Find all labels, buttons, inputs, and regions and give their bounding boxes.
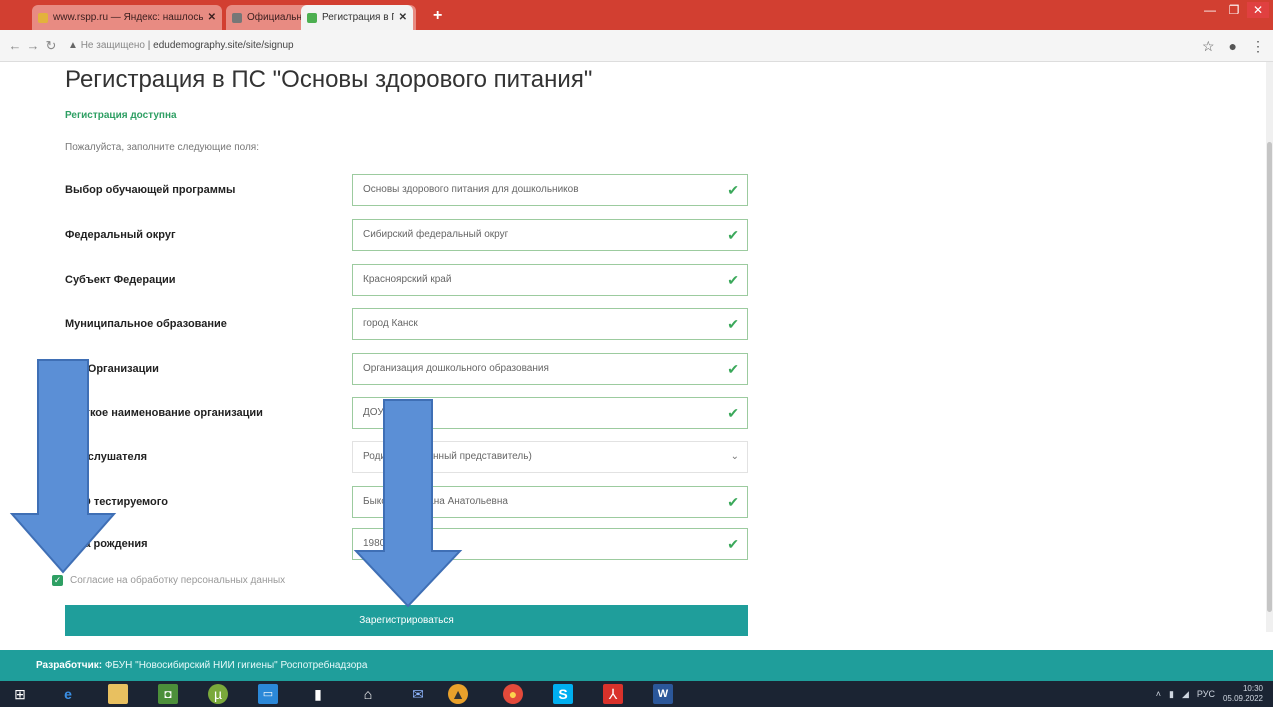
field-value: Организация дошкольного образования [363, 363, 549, 374]
field-value: город Канск [363, 318, 418, 329]
browser-tab-bar: www.rspp.ru — Яндекс: нашлось ✕ Официаль… [0, 0, 1273, 30]
minimize-icon[interactable]: — [1199, 2, 1221, 18]
bookmark-star-icon[interactable]: ☆ [1202, 38, 1215, 55]
ie-icon[interactable]: e [58, 684, 78, 704]
valid-check-icon: ✔ [727, 536, 739, 552]
clock[interactable]: 10:30 05.09.2022 [1223, 684, 1263, 704]
volume-icon[interactable]: ◢ [1182, 689, 1189, 700]
monitor-icon[interactable]: ▭ [258, 684, 278, 704]
utorrent-icon[interactable]: µ [208, 684, 228, 704]
warning-icon: ▲ [68, 40, 78, 51]
footer-text: ФБУН "Новосибирский НИИ гигиены" Роспотр… [104, 660, 368, 671]
page-title: Регистрация в ПС "Основы здорового питан… [65, 66, 593, 93]
address-bar: ← → ↻ ▲ Не защищено | edudemography.site… [0, 30, 1273, 62]
account-icon[interactable]: ● [1229, 38, 1237, 55]
site-footer: Разработчик: ФБУН "Новосибирский НИИ гиг… [0, 650, 1273, 681]
field-value: Основы здорового питания для дошкольнико… [363, 184, 579, 195]
windows-taskbar: ⊞ e ◘ µ ▭ ▮ ⌂ ✉ ▲ ● S ⅄ W ˄ ▮ ◢ РУС 10:3… [0, 681, 1273, 707]
form-row-district: Федеральный округ Сибирский федеральный … [65, 219, 755, 253]
skype-icon[interactable]: S [553, 684, 573, 704]
valid-check-icon: ✔ [727, 405, 739, 421]
valid-check-icon: ✔ [727, 272, 739, 288]
form-row-municipality: Муниципальное образование город Канск ✔ [65, 308, 755, 342]
menu-icon[interactable]: ⋮ [1251, 38, 1265, 55]
field-value: Сибирский федеральный округ [363, 229, 509, 240]
file-explorer-icon[interactable] [108, 684, 128, 704]
site-favicon-icon [307, 12, 317, 23]
browser-tab-active[interactable]: Регистрация в ПС "Основы здо ✕ [301, 5, 413, 30]
document-icon[interactable]: ▮ [308, 684, 328, 704]
field-label: Федеральный округ [65, 229, 176, 241]
yandex-favicon-icon [38, 12, 48, 23]
federal-subject-select[interactable]: Красноярский край ✔ [352, 264, 748, 296]
word-icon[interactable]: W [653, 684, 673, 704]
acrobat-icon[interactable]: ⅄ [603, 684, 623, 704]
url-field[interactable]: ▲ Не защищено | edudemography.site/site/… [68, 40, 294, 51]
valid-check-icon: ✔ [727, 316, 739, 332]
form-instruction: Пожалуйста, заполните следующие поля: [65, 142, 259, 153]
form-row-program: Выбор обучающей программы Основы здорово… [65, 174, 755, 208]
federal-district-select[interactable]: Сибирский федеральный округ ✔ [352, 219, 748, 251]
reload-icon[interactable]: ↻ [42, 38, 60, 54]
tab-title: Регистрация в ПС "Основы здо [322, 12, 394, 23]
globe-favicon-icon [232, 12, 242, 23]
page-scrollbar[interactable] [1266, 62, 1273, 632]
start-button-icon[interactable]: ⊞ [10, 684, 30, 704]
registration-status: Регистрация доступна [65, 110, 177, 121]
close-tab-icon[interactable]: ✕ [208, 12, 216, 23]
chrome-icon[interactable]: ● [503, 684, 523, 704]
maximize-icon[interactable]: ❐ [1223, 2, 1245, 18]
home-icon[interactable]: ⌂ [358, 684, 378, 704]
annotation-arrow-down-center [353, 399, 463, 608]
municipality-select[interactable]: город Канск ✔ [352, 308, 748, 340]
mail-icon[interactable]: ✉ [408, 684, 428, 704]
valid-check-icon: ✔ [727, 182, 739, 198]
chevron-down-icon: ⌄ [730, 451, 739, 462]
system-tray: ˄ ▮ ◢ РУС 10:30 05.09.2022 [1156, 681, 1263, 707]
store-icon[interactable]: ◘ [158, 684, 178, 704]
scrollbar-thumb[interactable] [1267, 142, 1272, 612]
annotation-arrow-down-left [9, 359, 117, 574]
valid-check-icon: ✔ [727, 227, 739, 243]
forward-icon[interactable]: → [24, 38, 42, 53]
program-select[interactable]: Основы здорового питания для дошкольнико… [352, 174, 748, 206]
field-label: Муниципальное образование [65, 318, 227, 330]
valid-check-icon: ✔ [727, 361, 739, 377]
warning-app-icon[interactable]: ▲ [448, 684, 468, 704]
form-row-org-type: Тип Организации Организация дошкольного … [65, 353, 755, 387]
back-icon[interactable]: ← [6, 38, 24, 53]
close-window-icon[interactable]: ✕ [1247, 2, 1269, 18]
window-controls: — ❐ ✕ [1199, 2, 1269, 18]
url-text: edudemography.site/site/signup [153, 40, 294, 51]
browser-tab-1[interactable]: www.rspp.ru — Яндекс: нашлось ✕ [32, 5, 222, 30]
signup-page: Регистрация в ПС "Основы здорового питан… [0, 62, 1273, 650]
close-tab-icon[interactable]: ✕ [399, 12, 407, 23]
tab-title: www.rspp.ru — Яндекс: нашлось [53, 12, 203, 23]
field-value: Красноярский край [363, 274, 452, 285]
tray-chevron-icon[interactable]: ˄ [1156, 689, 1161, 699]
clock-time: 10:30 [1242, 684, 1263, 693]
network-icon[interactable]: ▮ [1169, 689, 1174, 700]
new-tab-button[interactable]: + [433, 7, 442, 25]
field-label: Субъект Федерации [65, 274, 176, 286]
clock-date: 05.09.2022 [1222, 694, 1263, 703]
org-type-select[interactable]: Организация дошкольного образования ✔ [352, 353, 748, 385]
form-row-subject: Субъект Федерации Красноярский край ✔ [65, 264, 755, 298]
field-label: Выбор обучающей программы [65, 184, 236, 196]
footer-prefix: Разработчик: [36, 660, 103, 671]
security-label: Не защищено [80, 40, 145, 51]
language-indicator[interactable]: РУС [1197, 689, 1215, 699]
valid-check-icon: ✔ [727, 494, 739, 510]
